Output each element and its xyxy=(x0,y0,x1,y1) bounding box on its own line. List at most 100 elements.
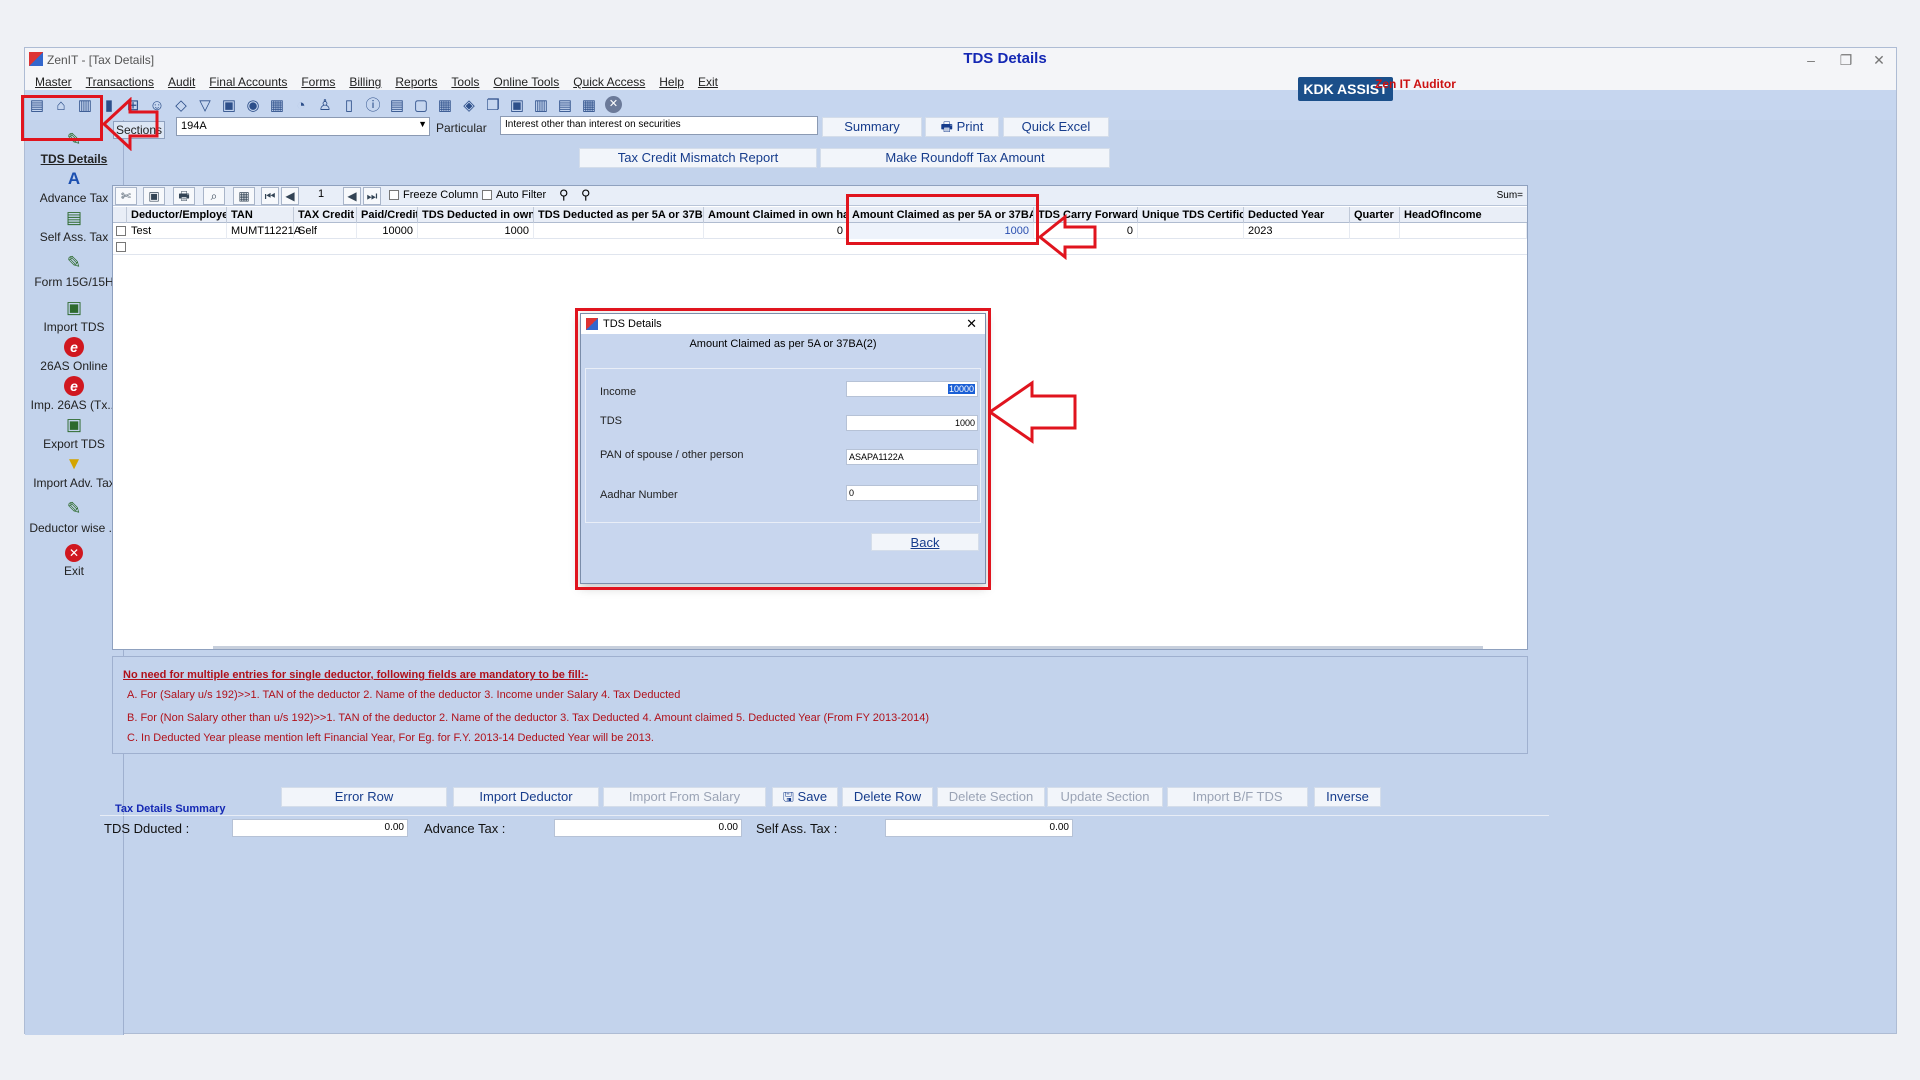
calculator-icon[interactable]: ▦ xyxy=(267,96,287,116)
col-unique-cert[interactable]: Unique TDS Certificate xyxy=(1138,207,1244,223)
menu-exit[interactable]: Exit xyxy=(694,75,722,89)
minimize-button[interactable]: – xyxy=(1796,50,1826,70)
tax-icon[interactable]: ▣ xyxy=(219,96,239,116)
copy-icon[interactable]: ❐ xyxy=(483,96,503,116)
col-tan[interactable]: TAN xyxy=(227,207,294,223)
sidebar-item-exit[interactable]: ✕ Exit xyxy=(25,544,123,578)
col-paid-credited[interactable]: Paid/Credite xyxy=(357,207,418,223)
cell-claimed-own[interactable]: 0 xyxy=(704,223,848,239)
menu-final-accounts[interactable]: Final Accounts xyxy=(205,75,291,89)
col-tax-credit[interactable]: TAX Credit xyxy=(294,207,357,223)
tax-credit-mismatch-button[interactable]: Tax Credit Mismatch Report xyxy=(579,148,817,168)
next-page-icon[interactable]: ◀ xyxy=(343,187,361,205)
inverse-button[interactable]: Inverse xyxy=(1314,787,1381,807)
sidebar-item-self-ass-tax[interactable]: ▤ Self Ass. Tax xyxy=(25,208,123,244)
search-doc-icon[interactable]: ◈ xyxy=(459,96,479,116)
cell-head-of-income[interactable] xyxy=(1400,223,1527,239)
menu-help[interactable]: Help xyxy=(655,75,688,89)
col-tds-own[interactable]: TDS Deducted in own xyxy=(418,207,534,223)
menu-audit[interactable]: Audit xyxy=(164,75,199,89)
col-quarter[interactable]: Quarter xyxy=(1350,207,1400,223)
menu-master[interactable]: Master xyxy=(31,75,76,89)
error-row-button[interactable]: Error Row xyxy=(281,787,447,807)
menu-tools[interactable]: Tools xyxy=(447,75,483,89)
bs-icon[interactable]: ▣ xyxy=(507,96,527,116)
tag-icon[interactable]: ◇ xyxy=(171,96,191,116)
make-roundoff-button[interactable]: Make Roundoff Tax Amount xyxy=(820,148,1110,168)
print-button[interactable]: 🖶 Print xyxy=(925,117,999,137)
sidebar-item-form-15g[interactable]: ✎ Form 15G/15H xyxy=(25,253,123,289)
cell-deductor[interactable]: Test xyxy=(127,223,227,239)
freeze-column-checkbox[interactable] xyxy=(389,190,399,200)
chevron-down-icon[interactable]: ▼ xyxy=(418,119,427,129)
calendar-icon[interactable]: ▦ xyxy=(435,96,455,116)
info-icon[interactable]: ⓘ xyxy=(363,96,383,116)
col-claimed-own[interactable]: Amount Claimed in own hands xyxy=(704,207,848,223)
quick-excel-button[interactable]: Quick Excel xyxy=(1003,117,1109,137)
menu-forms[interactable]: Forms xyxy=(297,75,339,89)
cell-deducted-year[interactable]: 2023 xyxy=(1244,223,1350,239)
book-icon[interactable]: ▯ xyxy=(339,96,359,116)
delete-section-button[interactable]: Delete Section xyxy=(937,787,1045,807)
column-chooser-icon[interactable]: ✄ xyxy=(115,187,137,205)
document-icon[interactable]: ▢ xyxy=(411,96,431,116)
restore-button[interactable]: ❐ xyxy=(1831,50,1861,70)
first-page-icon[interactable]: ⏮ xyxy=(261,187,279,205)
sections-select[interactable]: 194A ▼ xyxy=(176,117,430,136)
cell-paid-credited[interactable]: 10000 xyxy=(357,223,418,239)
row-checkbox[interactable] xyxy=(116,226,126,236)
report-icon[interactable]: ▤ xyxy=(387,96,407,116)
sidebar-item-26as-online[interactable]: e 26AS Online xyxy=(25,337,123,373)
cell-tds-own[interactable]: 1000 xyxy=(418,223,534,239)
import-from-salary-button[interactable]: Import From Salary xyxy=(603,787,766,807)
sidebar-item-imp-26as[interactable]: e Imp. 26AS (Tx... xyxy=(25,376,123,412)
save-button[interactable]: 🖫 Save xyxy=(772,787,838,807)
prev-page-icon[interactable]: ◀ xyxy=(281,187,299,205)
page-number[interactable]: 1 xyxy=(318,188,324,200)
col-head-of-income[interactable]: HeadOfIncome xyxy=(1400,207,1527,223)
delete-row-button[interactable]: Delete Row xyxy=(842,787,933,807)
particular-input[interactable]: Interest other than interest on securiti… xyxy=(500,116,818,135)
find-icon[interactable]: ⌕ xyxy=(203,187,225,205)
horizontal-scrollbar[interactable] xyxy=(213,646,1483,649)
row-checkbox[interactable] xyxy=(116,242,126,252)
close-window-button[interactable]: ✕ xyxy=(1864,50,1894,70)
last-page-icon[interactable]: ⏭ xyxy=(363,187,381,205)
pie-chart-icon[interactable]: ◔ xyxy=(291,96,311,116)
col-deductor[interactable]: Deductor/Employer xyxy=(127,207,227,223)
col-deducted-year[interactable]: Deducted Year xyxy=(1244,207,1350,223)
xml-icon[interactable]: ▤ xyxy=(555,96,575,116)
cell-tds-5a[interactable] xyxy=(534,223,704,239)
bank-icon[interactable]: ▥ xyxy=(531,96,551,116)
close-icon[interactable]: ✕ xyxy=(605,96,622,113)
printer-icon[interactable]: 🖶 xyxy=(173,187,195,205)
menu-quick-access[interactable]: Quick Access xyxy=(569,75,649,89)
group-icon[interactable]: ▦ xyxy=(233,187,255,205)
update-section-button[interactable]: Update Section xyxy=(1047,787,1163,807)
list-icon[interactable]: ▦ xyxy=(579,96,599,116)
sidebar-item-import-tds[interactable]: ▣ Import TDS xyxy=(25,298,123,334)
cell-tax-credit[interactable]: Self xyxy=(294,223,357,239)
table-row-empty[interactable] xyxy=(113,239,1527,255)
col-tds-5a[interactable]: TDS Deducted as per 5A or 37BA(2) xyxy=(534,207,704,223)
user-filter-icon[interactable]: ⚲ xyxy=(581,187,591,203)
menu-transactions[interactable]: Transactions xyxy=(82,75,158,89)
save-grid-icon[interactable]: ▣ xyxy=(143,187,165,205)
cell-quarter[interactable] xyxy=(1350,223,1400,239)
pay-icon[interactable]: ♙ xyxy=(315,96,335,116)
cell-unique-cert[interactable] xyxy=(1138,223,1244,239)
sidebar-item-import-adv-tax[interactable]: ▼ Import Adv. Tax xyxy=(25,454,123,490)
filter-icon[interactable]: ▽ xyxy=(195,96,215,116)
menu-online-tools[interactable]: Online Tools xyxy=(489,75,563,89)
user-search-icon[interactable]: ⚲ xyxy=(559,187,569,203)
cell-tan[interactable]: MUMT11221A xyxy=(227,223,301,239)
sidebar-item-advance-tax[interactable]: A Advance Tax xyxy=(25,169,123,205)
disc-icon[interactable]: ◉ xyxy=(243,96,263,116)
menu-billing[interactable]: Billing xyxy=(345,75,385,89)
summary-button[interactable]: Summary xyxy=(822,117,922,137)
auto-filter-checkbox[interactable] xyxy=(482,190,492,200)
sidebar-item-deductor-wise[interactable]: ✎ Deductor wise ... xyxy=(25,499,123,535)
import-bf-tds-button[interactable]: Import B/F TDS xyxy=(1167,787,1308,807)
menu-reports[interactable]: Reports xyxy=(391,75,441,89)
table-row[interactable]: Test MUMT11221A Self 10000 1000 0 1000 0… xyxy=(113,223,1527,239)
